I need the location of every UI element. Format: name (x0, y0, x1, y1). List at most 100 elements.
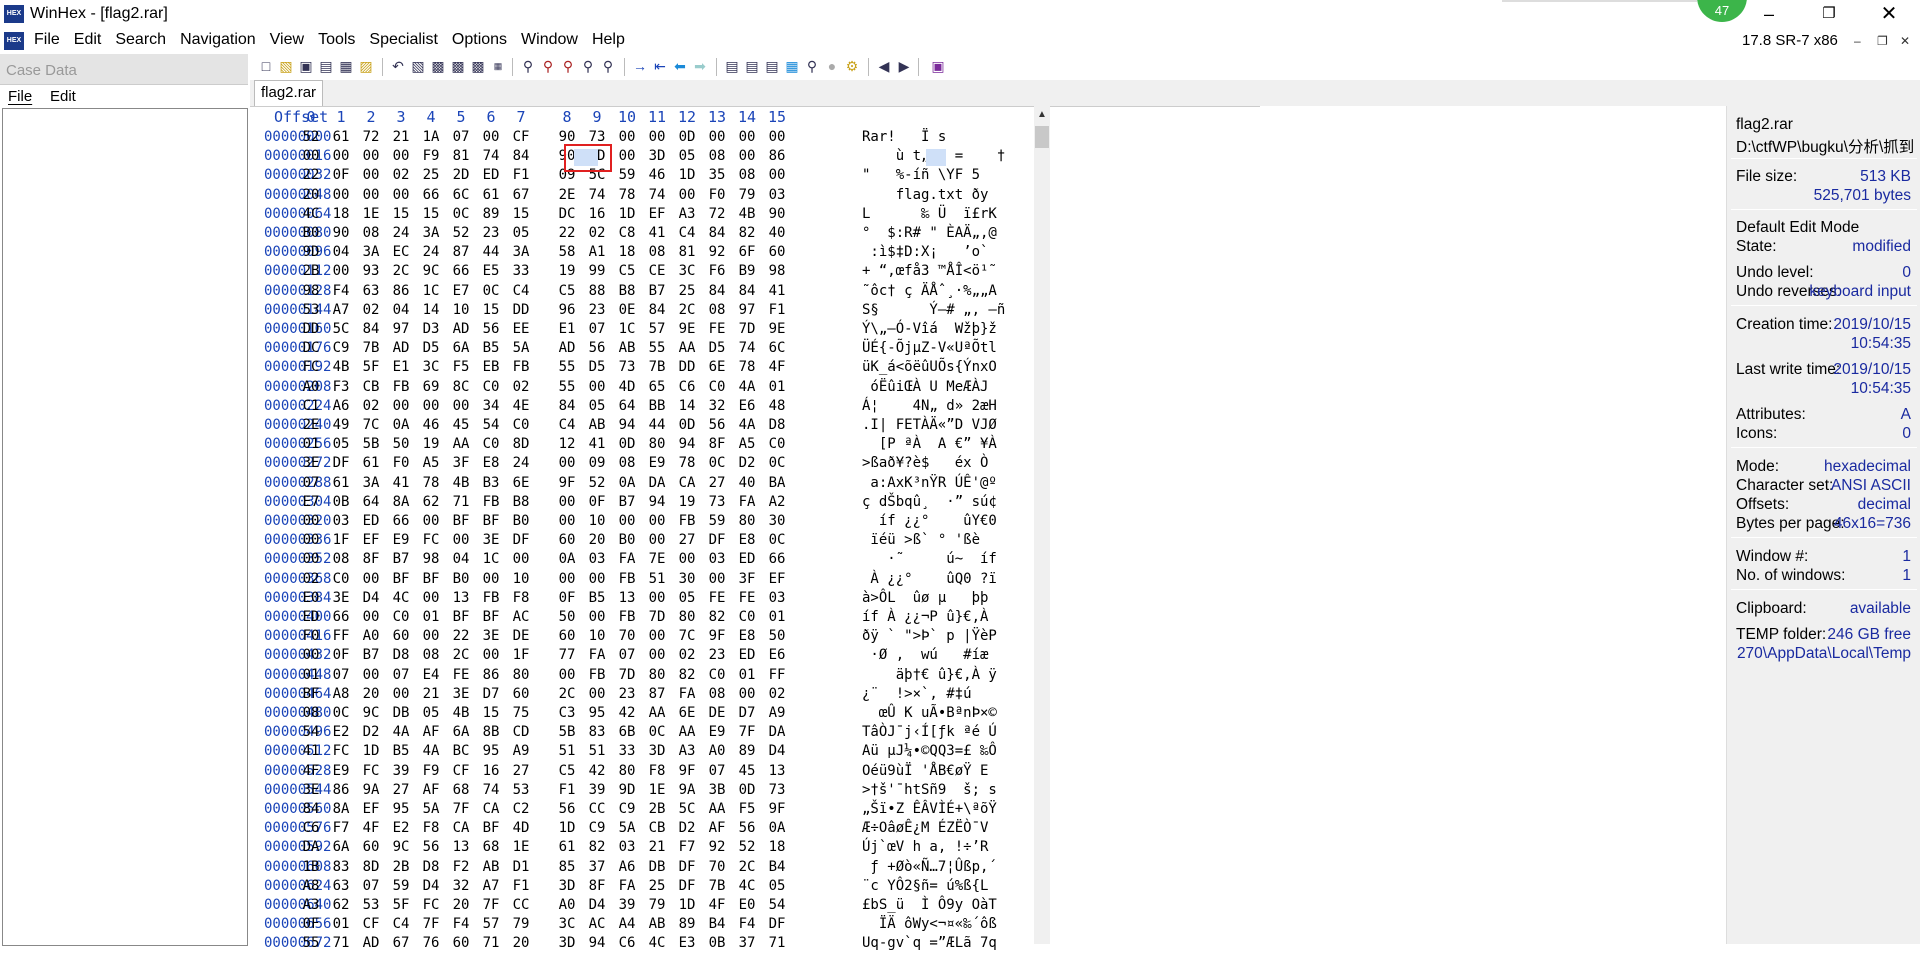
hex-byte[interactable]: 00 (356, 148, 386, 164)
hex-byte[interactable]: 9F (552, 475, 582, 491)
hex-byte[interactable]: 60 (446, 935, 476, 951)
hex-byte[interactable]: 56 (476, 321, 506, 337)
hex-byte[interactable]: 84 (552, 398, 582, 414)
hex-byte[interactable]: D5 (416, 340, 446, 356)
hex-byte[interactable]: CA (476, 801, 506, 817)
hex-byte[interactable]: 27 (386, 782, 416, 798)
hex-byte[interactable]: F4 (326, 283, 356, 299)
hex-byte[interactable]: 5A (612, 820, 642, 836)
hex-byte[interactable]: 1C (476, 551, 506, 567)
hex-byte[interactable]: F0 (296, 628, 326, 644)
hex-byte[interactable]: 51 (552, 743, 582, 759)
hex-byte[interactable]: 20 (356, 686, 386, 702)
hex-byte[interactable]: BF (446, 609, 476, 625)
hex-byte[interactable]: FB (386, 379, 416, 395)
ascii-text[interactable]: ç dŠbqû¸ ·” sú¢ (862, 494, 997, 510)
hex-byte[interactable]: 05 (762, 878, 792, 894)
hex-byte[interactable]: C6 (296, 820, 326, 836)
hex-byte[interactable]: 00 (386, 686, 416, 702)
hex-byte[interactable]: CA (672, 475, 702, 491)
hex-byte[interactable]: AA (672, 724, 702, 740)
hex-byte[interactable]: 58 (552, 244, 582, 260)
hex-byte[interactable]: 53 (506, 782, 536, 798)
hex-byte[interactable]: 0C (446, 206, 476, 222)
menu-search[interactable]: Search (115, 31, 166, 49)
hex-byte[interactable]: 05 (672, 148, 702, 164)
hex-byte[interactable]: EE (506, 321, 536, 337)
hex-byte[interactable]: F5 (446, 359, 476, 375)
hex-byte[interactable]: 0A (762, 820, 792, 836)
goto-offset-icon[interactable]: → (632, 58, 648, 74)
hex-byte[interactable]: 00 (582, 609, 612, 625)
hex-byte[interactable]: 4F (702, 897, 732, 913)
hex-byte[interactable]: 30 (762, 513, 792, 529)
hex-byte[interactable]: AB (582, 417, 612, 433)
hex-byte[interactable]: 00 (612, 513, 642, 529)
hex-byte[interactable]: 03 (612, 839, 642, 855)
hex-byte[interactable]: 04 (446, 551, 476, 567)
menu-file[interactable]: File (34, 31, 60, 49)
case-data-tree[interactable] (2, 108, 248, 946)
hex-byte[interactable]: 21 (416, 686, 446, 702)
ascii-text[interactable]: " %-íñ \YF 5 (862, 167, 980, 183)
hex-byte[interactable]: FE (702, 590, 732, 606)
hex-byte[interactable]: 04 (386, 302, 416, 318)
hex-byte[interactable]: 0C (762, 455, 792, 471)
hex-byte[interactable]: 00 (356, 667, 386, 683)
hex-byte[interactable]: 9F (672, 763, 702, 779)
hex-byte[interactable]: 6A (326, 839, 356, 855)
hex-byte[interactable]: C0 (506, 417, 536, 433)
hex-byte[interactable]: 7C (672, 628, 702, 644)
ascii-text[interactable]: :ì$‡D:X¡ ’o` (862, 244, 988, 260)
hex-byte[interactable]: 37 (732, 935, 762, 951)
ascii-text[interactable]: ÜÉ{-ÕjµZ-V«UªÕtl (862, 340, 997, 356)
hex-byte[interactable]: 4B (326, 359, 356, 375)
hex-byte[interactable]: B9 (732, 263, 762, 279)
hex-byte[interactable]: 55 (642, 340, 672, 356)
maximize-icon[interactable]: ❐ (1806, 0, 1852, 30)
hex-byte[interactable]: 00 (702, 571, 732, 587)
hex-byte[interactable]: 39 (612, 897, 642, 913)
hex-byte[interactable]: DA (762, 724, 792, 740)
hex-byte[interactable]: 05 (326, 436, 356, 452)
hex-byte[interactable]: 4A (732, 379, 762, 395)
hex-byte[interactable]: 33 (612, 743, 642, 759)
hex-byte[interactable]: 45 (446, 417, 476, 433)
hex-byte[interactable]: 67 (386, 935, 416, 951)
hex-byte[interactable]: CE (642, 263, 672, 279)
hex-byte[interactable]: C0 (326, 571, 356, 587)
hex-byte[interactable]: 80 (642, 667, 672, 683)
hex-byte[interactable]: C0 (762, 436, 792, 452)
hex-byte[interactable]: FB (672, 513, 702, 529)
hex-byte[interactable]: 35 (702, 167, 732, 183)
hex-byte[interactable]: D2 (732, 455, 762, 471)
hex-byte[interactable]: 86 (476, 667, 506, 683)
hex-byte[interactable]: 00 (642, 129, 672, 145)
hex-byte[interactable]: 5A (416, 801, 446, 817)
hex-byte[interactable]: 84 (702, 283, 732, 299)
hex-byte[interactable]: 8A (326, 801, 356, 817)
hex-byte[interactable]: C5 (612, 263, 642, 279)
hex-byte[interactable]: 2C (672, 302, 702, 318)
ascii-text[interactable]: S§ Ý–# „, —ñ (862, 302, 1005, 318)
hex-byte[interactable]: C5 (552, 283, 582, 299)
hex-byte[interactable]: 00 (356, 609, 386, 625)
hex-byte[interactable]: 8B (476, 724, 506, 740)
hex-byte[interactable]: AA (702, 801, 732, 817)
prev-window-icon[interactable]: ◀ (876, 58, 892, 74)
hex-byte[interactable]: DC (552, 206, 582, 222)
hex-byte[interactable]: 3E (326, 590, 356, 606)
hex-byte[interactable]: 48 (762, 398, 792, 414)
hex-byte[interactable]: E6 (762, 647, 792, 663)
hex-byte[interactable]: 2C (386, 263, 416, 279)
hex-byte[interactable]: CF (506, 129, 536, 145)
hex-byte[interactable]: 05 (672, 590, 702, 606)
hex-byte[interactable]: DB (386, 705, 416, 721)
hex-byte[interactable]: 00 (296, 532, 326, 548)
hex-byte[interactable]: 64 (356, 494, 386, 510)
ascii-text[interactable]: ·˜ ú~ íf (862, 551, 997, 567)
hex-byte[interactable]: 3E (476, 628, 506, 644)
hex-byte[interactable]: D1 (506, 859, 536, 875)
hex-byte[interactable]: AC (506, 609, 536, 625)
hex-byte[interactable]: A3 (672, 206, 702, 222)
